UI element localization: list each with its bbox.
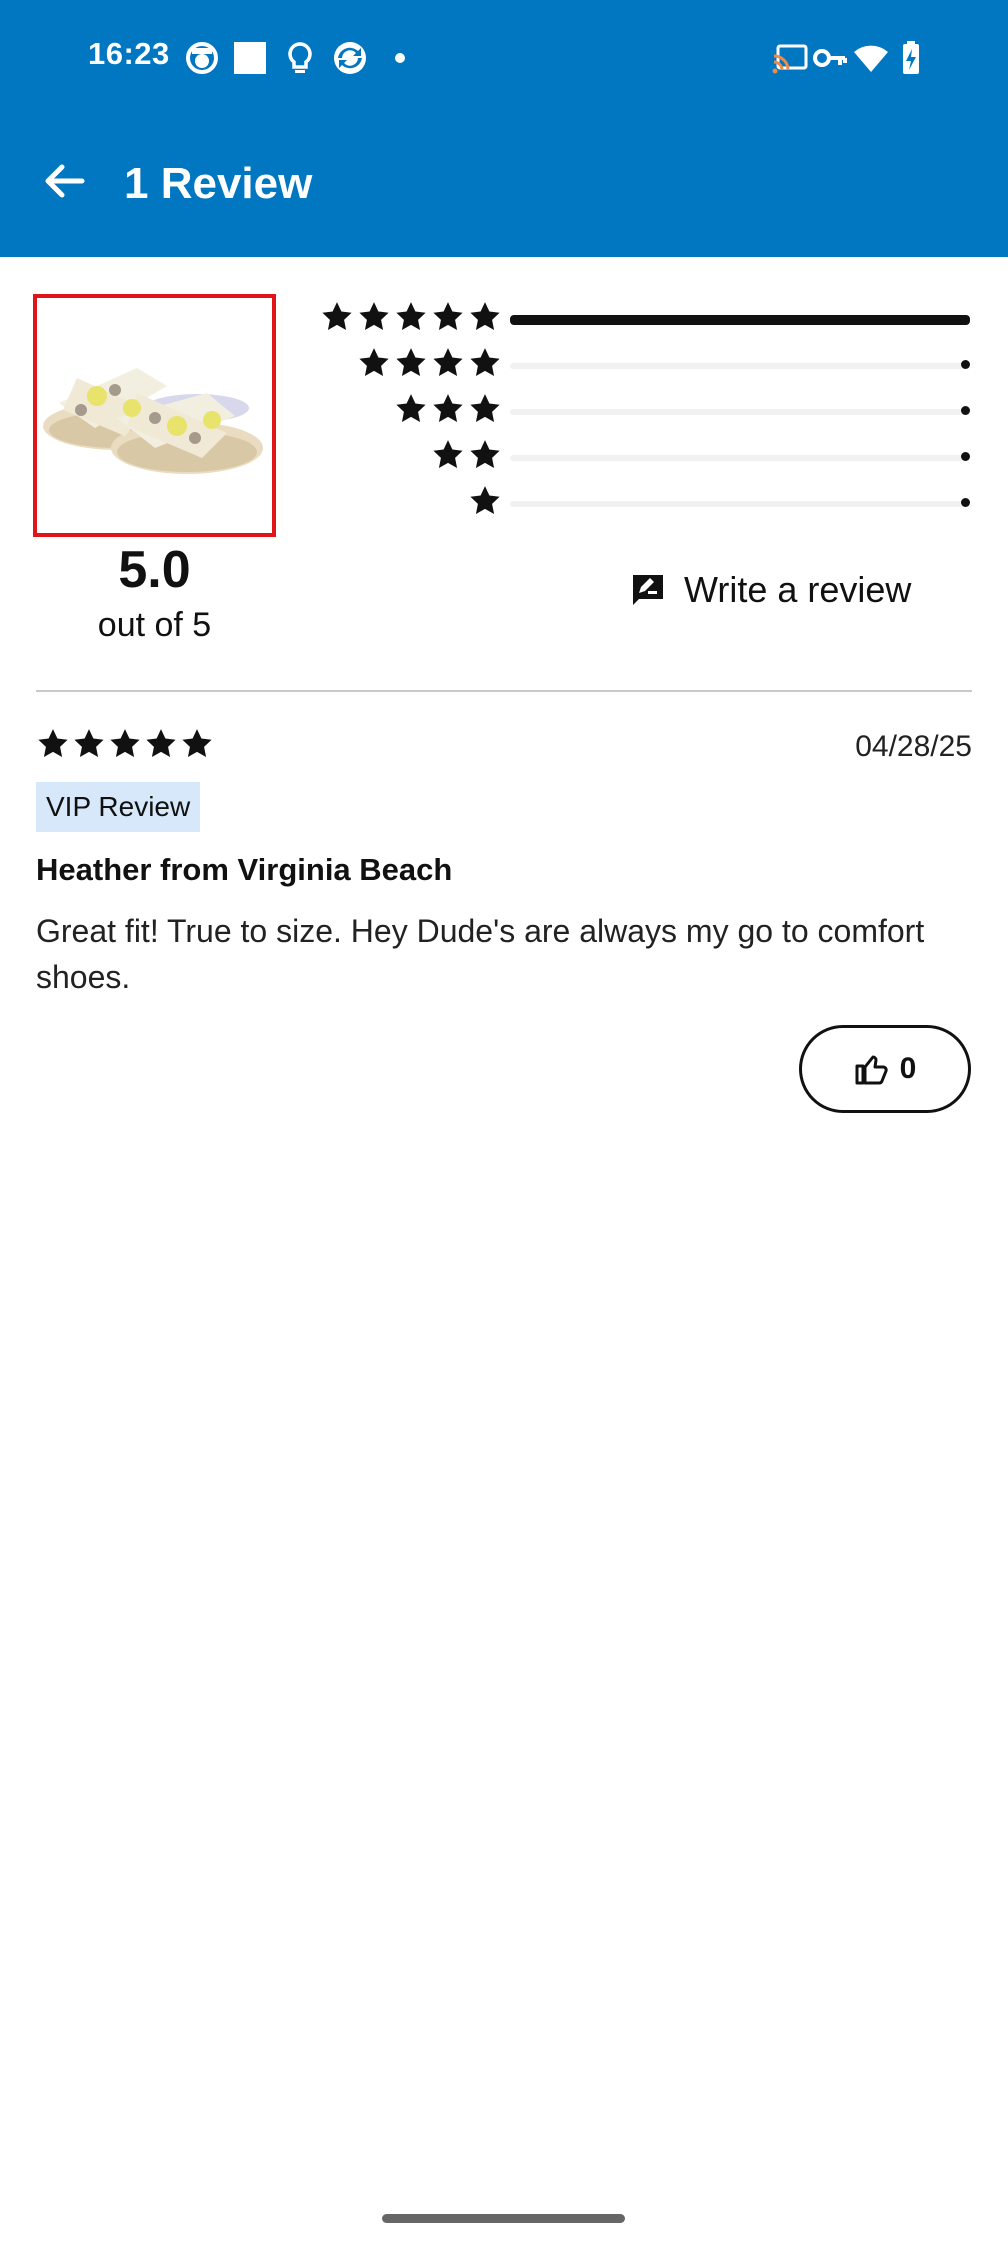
star-icon <box>322 302 352 331</box>
histogram-bar-track <box>510 363 970 369</box>
bulb-icon <box>288 42 312 73</box>
rate-review-icon <box>633 575 663 605</box>
rating-scale: out of 5 <box>97 606 212 644</box>
vpn-key-icon <box>813 49 847 67</box>
product-thumbnail[interactable] <box>33 294 276 537</box>
star-icon <box>433 302 463 331</box>
arrow-back-icon[interactable] <box>38 155 90 207</box>
reviewer-name: Heather from Virginia Beach <box>36 852 453 887</box>
review-rating-stars <box>36 727 214 761</box>
histogram-stars <box>468 484 502 524</box>
histogram-row-3-stars[interactable] <box>320 392 970 432</box>
write-review-label: Write a review <box>684 569 912 610</box>
star-icon <box>359 302 389 331</box>
histogram-row-5-stars[interactable] <box>320 300 970 340</box>
status-bar: 16:23 <box>0 0 1008 115</box>
histogram-stars <box>357 346 502 386</box>
star-icon <box>396 302 426 331</box>
histogram-row-4-stars[interactable] <box>320 346 970 386</box>
histogram-bar-end-dot <box>961 360 970 369</box>
star-icon <box>433 440 463 469</box>
top-bar: 16:23 1 Review <box>0 0 1008 257</box>
star-icon <box>470 348 500 377</box>
battery-charging-icon <box>903 41 919 74</box>
star-icon <box>74 729 104 758</box>
histogram-bar-track <box>510 315 970 325</box>
histogram-bar-track <box>510 455 970 461</box>
average-rating: 5.0 <box>118 541 191 599</box>
sandal-image <box>43 368 263 474</box>
star-icon <box>470 486 500 515</box>
histogram-row-2-stars[interactable] <box>320 438 970 478</box>
star-icon <box>396 394 426 423</box>
star-icon <box>433 394 463 423</box>
cast-icon <box>772 44 808 74</box>
status-time: 16:23 <box>88 36 170 71</box>
histogram-row-1-stars[interactable] <box>320 484 970 524</box>
histogram-stars <box>394 392 502 432</box>
histogram-bar-track <box>510 409 970 415</box>
page-title: 1 Review <box>124 159 313 208</box>
divider <box>36 690 972 692</box>
helpful-count: 0 <box>899 1052 917 1085</box>
histogram-bar-end-dot <box>961 452 970 461</box>
app-bar: 1 Review <box>0 115 1008 257</box>
face-icon <box>186 42 218 74</box>
thumbs-up-icon <box>855 1055 888 1085</box>
star-icon <box>359 348 389 377</box>
star-icon <box>396 348 426 377</box>
sync-icon <box>334 42 366 74</box>
star-icon <box>146 729 176 758</box>
star-icon <box>433 348 463 377</box>
star-icon <box>470 440 500 469</box>
write-review-button[interactable]: Write a review <box>630 560 911 620</box>
review-text: Great fit! True to size. Hey Dude's are … <box>36 913 925 995</box>
histogram-stars <box>431 438 502 478</box>
star-icon <box>182 729 212 758</box>
histogram-bar-end-dot <box>961 406 970 415</box>
histogram-bar-track <box>510 501 970 507</box>
star-icon <box>110 729 140 758</box>
histogram-bar-end-dot <box>961 498 970 507</box>
vip-badge: VIP Review <box>36 782 201 832</box>
dot-icon <box>395 53 405 63</box>
square-icon <box>234 42 266 74</box>
histogram-bar-fill <box>510 315 970 325</box>
star-icon <box>470 394 500 423</box>
star-icon <box>38 729 68 758</box>
helpful-button[interactable]: 0 <box>799 1025 971 1113</box>
star-icon <box>470 302 500 331</box>
home-indicator[interactable] <box>382 2214 625 2223</box>
review-date: 04/28/25 <box>855 730 972 763</box>
histogram-stars <box>320 300 502 340</box>
wifi-icon <box>854 45 888 72</box>
